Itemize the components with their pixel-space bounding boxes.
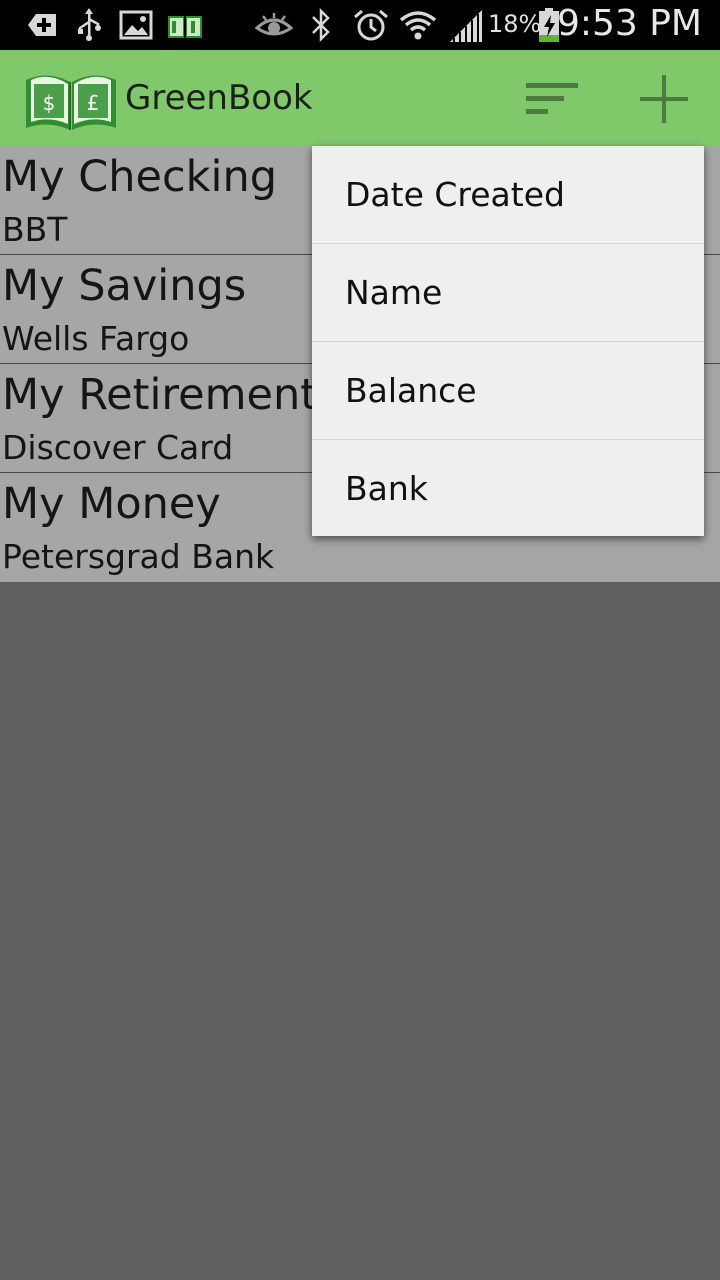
app-title: GreenBook — [125, 78, 313, 118]
usb-icon — [78, 8, 101, 41]
account-name: My Retirement — [2, 370, 318, 420]
clock: 9:53 PM — [556, 3, 702, 44]
account-name: My Money — [2, 479, 221, 529]
add-notification-icon — [28, 14, 56, 36]
menu-item-label: Name — [345, 273, 443, 312]
svg-text:$: $ — [43, 91, 56, 115]
sort-menu-item-bank[interactable]: Bank — [312, 440, 704, 536]
add-button[interactable] — [626, 64, 702, 134]
alarm-icon — [354, 9, 388, 41]
menu-item-label: Balance — [345, 371, 477, 410]
sort-button[interactable] — [510, 64, 594, 134]
battery-percent: 18% — [488, 10, 542, 38]
sort-menu-item-balance[interactable]: Balance — [312, 342, 704, 440]
sort-menu-item-date-created[interactable]: Date Created — [312, 146, 704, 244]
sort-menu: Date Created Name Balance Bank — [312, 146, 704, 536]
status-bar: 18% 9:53 PM — [0, 0, 720, 50]
eye-icon — [255, 13, 293, 36]
account-bank: Petersgrad Bank — [2, 537, 275, 576]
greenbook-notification-icon — [168, 16, 202, 38]
menu-item-label: Date Created — [345, 175, 565, 214]
action-bar: $ £ GreenBook — [0, 50, 720, 146]
account-name: My Savings — [2, 261, 247, 311]
wifi-icon — [399, 11, 437, 40]
signal-icon — [450, 10, 482, 42]
screen: 18% 9:53 PM $ £ GreenBook My Checking BB… — [0, 0, 720, 1280]
svg-text:£: £ — [87, 91, 100, 115]
sort-icon — [526, 83, 578, 114]
greenbook-logo-icon: $ £ — [26, 75, 116, 130]
sort-menu-item-name[interactable]: Name — [312, 244, 704, 342]
image-icon — [119, 10, 153, 40]
account-bank: Wells Fargo — [2, 319, 190, 358]
account-bank: BBT — [2, 210, 68, 249]
account-name: My Checking — [2, 152, 277, 202]
account-bank: Discover Card — [2, 428, 234, 467]
bluetooth-icon — [312, 8, 330, 42]
menu-item-label: Bank — [345, 469, 428, 508]
add-icon — [640, 75, 688, 123]
